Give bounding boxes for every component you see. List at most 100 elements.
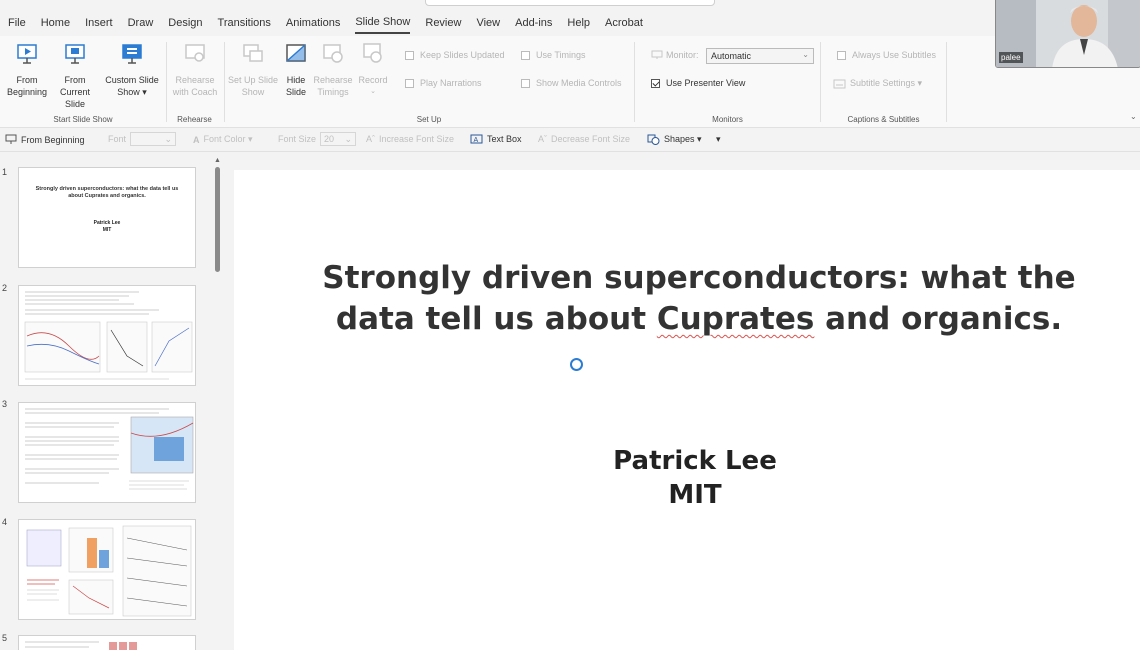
decrease-label: Decrease Font Size [551, 134, 631, 144]
increase-font-icon: Aˆ [366, 134, 375, 144]
slide-thumbnail-1[interactable]: Strongly driven superconductors: what th… [18, 167, 196, 268]
font-size-field[interactable]: Font Size 20 ⌄ [278, 132, 357, 146]
slide-title[interactable]: Strongly driven superconductors: what th… [274, 258, 1124, 340]
tab-review[interactable]: Review [425, 13, 461, 33]
keep-slides-updated-checkbox[interactable]: Keep Slides Updated [405, 50, 505, 60]
tab-add-ins[interactable]: Add-ins [515, 13, 552, 33]
thumb-2-figure [24, 291, 193, 380]
decrease-font-size-button[interactable]: Aˇ Decrease Font Size [538, 134, 630, 144]
font-field[interactable]: Font ⌄ [108, 132, 177, 146]
slide-title-line-1: Strongly driven superconductors: what th… [322, 260, 1076, 296]
slide-thumbnail-4[interactable] [18, 519, 196, 620]
set-up-group: Set Up Slide Show Hide Slide Rehearse Ti… [225, 36, 633, 128]
tab-file[interactable]: File [8, 13, 26, 33]
hide-slide-button[interactable]: Hide Slide [281, 42, 311, 98]
setup-icon [243, 44, 263, 62]
customize-toolbar-icon[interactable]: ▾ [716, 134, 721, 145]
tab-slide-show[interactable]: Slide Show [355, 12, 411, 34]
search-box[interactable] [425, 0, 715, 6]
presenter-view-label: Use Presenter View [666, 78, 746, 88]
timings-label: Rehearse Timings [313, 75, 353, 97]
tab-design[interactable]: Design [168, 13, 202, 33]
tab-transitions[interactable]: Transitions [218, 13, 271, 33]
subtitle-settings-button[interactable]: Subtitle Settings ▾ [833, 78, 922, 89]
loading-cursor-icon [570, 358, 583, 371]
show-media-label: Show Media Controls [536, 78, 622, 88]
font-color-label: Font Color ▾ [203, 134, 253, 144]
decrease-font-icon: Aˇ [538, 134, 547, 144]
title-bar [0, 0, 1140, 10]
slide-thumbnail-3[interactable] [18, 402, 196, 503]
slide-author: Patrick Lee [613, 446, 777, 476]
checkbox-icon [521, 50, 530, 60]
slide-canvas[interactable]: Strongly driven superconductors: what th… [234, 170, 1140, 650]
slide-title-line-2a: data tell us about [335, 301, 657, 337]
play-narrations-checkbox[interactable]: Play Narrations [405, 78, 482, 88]
scrollbar-thumb[interactable] [215, 167, 220, 272]
start-slide-show-group: From Beginning From Current Slide Custom… [0, 36, 166, 128]
custom-slide-show-button[interactable]: Custom Slide Show ▾ [102, 42, 162, 98]
shapes-button[interactable]: Shapes ▾ [647, 134, 702, 145]
tab-view[interactable]: View [476, 13, 500, 33]
always-use-subtitles-checkbox[interactable]: Always Use Subtitles [837, 50, 936, 60]
hide-slide-icon [286, 44, 306, 62]
thumb-affiliation: MIT [102, 227, 112, 233]
coach-icon [185, 44, 205, 62]
set-up-group-label: Set Up [416, 115, 442, 124]
text-box-label: Text Box [487, 134, 522, 144]
thumbnail-scrollbar[interactable]: ▲ [212, 157, 222, 647]
from-current-slide-button[interactable]: From Current Slide [50, 42, 100, 110]
font-dropdown[interactable]: ⌄ [130, 132, 177, 146]
tab-home[interactable]: Home [41, 13, 70, 33]
font-color-button[interactable]: A Font Color ▾ [193, 134, 253, 145]
checkbox-checked-icon [651, 78, 660, 88]
from-beginning-button[interactable]: From Beginning [6, 42, 48, 98]
tab-animations[interactable]: Animations [286, 13, 340, 33]
webcam-overlay: palee [995, 0, 1140, 68]
scroll-up-icon[interactable]: ▲ [214, 157, 221, 164]
rehearse-group: Rehearse with Coach Rehearse [167, 36, 222, 128]
timings-icon [323, 44, 343, 63]
quick-access-toolbar: From Beginning Font ⌄ A Font Color ▾ Font … [0, 128, 1140, 152]
from-current-label: From Current Slide [59, 75, 90, 109]
tab-help[interactable]: Help [567, 13, 590, 33]
font-size-value: 20 [324, 134, 335, 144]
shapes-icon [647, 134, 660, 145]
show-media-controls-checkbox[interactable]: Show Media Controls [521, 78, 622, 88]
tab-draw[interactable]: Draw [128, 13, 154, 33]
use-presenter-view-checkbox[interactable]: Use Presenter View [651, 78, 745, 88]
setup-label: Set Up Slide Show [227, 75, 279, 97]
collapse-ribbon-icon[interactable]: ⌄ [1130, 112, 1137, 121]
rehearse-with-coach-button[interactable]: Rehearse with Coach [170, 42, 220, 98]
svg-text:A: A [474, 137, 479, 144]
chevron-down-icon: ⌄ [344, 134, 353, 144]
rehearse-timings-button[interactable]: Rehearse Timings [313, 42, 353, 98]
slide-author-block[interactable]: Patrick Lee MIT [234, 444, 1140, 512]
ribbon: From Beginning From Current Slide Custom… [0, 36, 1140, 128]
thumb-author: Patrick Lee [93, 220, 121, 226]
checkbox-icon [405, 78, 414, 88]
from-beginning-icon [17, 44, 37, 64]
slide-thumbnail-2[interactable] [18, 285, 196, 386]
increase-font-size-button[interactable]: Aˆ Increase Font Size [366, 134, 454, 144]
set-up-slide-show-button[interactable]: Set Up Slide Show [227, 42, 279, 98]
slide-number: 2 [2, 283, 8, 293]
slide-thumbnail-5[interactable] [18, 635, 196, 650]
slide-affiliation: MIT [668, 480, 722, 510]
record-button[interactable]: Record ⌄ [355, 42, 391, 98]
tab-insert[interactable]: Insert [85, 13, 113, 33]
thumb-4-figure [26, 525, 192, 617]
record-label: Record [358, 75, 388, 85]
ribbon-tabs: File Home Insert Draw Design Transitions Anima… [0, 10, 658, 36]
chevron-down-icon: ⌄ [802, 50, 809, 59]
keep-updated-label: Keep Slides Updated [420, 50, 505, 60]
monitor-select[interactable]: Automatic ⌄ [706, 48, 814, 64]
increase-label: Increase Font Size [379, 134, 455, 144]
text-box-button[interactable]: A Text Box [470, 134, 522, 144]
chevron-down-icon: ⌄ [164, 134, 173, 144]
slide-number: 4 [2, 517, 8, 527]
qat-from-beginning-button[interactable]: From Beginning [5, 134, 85, 145]
use-timings-checkbox[interactable]: Use Timings [521, 50, 586, 60]
tab-acrobat[interactable]: Acrobat [605, 13, 643, 33]
font-size-dropdown[interactable]: 20 ⌄ [320, 132, 357, 146]
